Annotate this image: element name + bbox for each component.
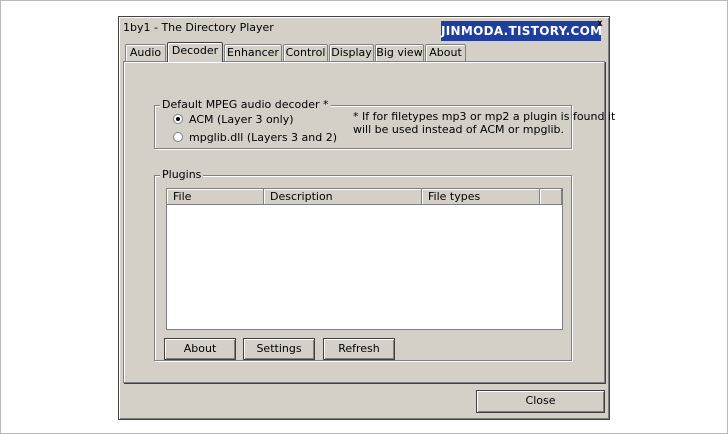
tab-control[interactable]: Control — [283, 44, 328, 61]
column-header-description[interactable]: Description — [264, 189, 422, 205]
window-title: 1by1 - The Directory Player — [123, 21, 274, 34]
column-header-filler — [540, 189, 562, 205]
tab-about[interactable]: About — [425, 44, 466, 61]
tab-big-view[interactable]: Big view — [375, 44, 424, 61]
decoder-tab-panel: Default MPEG audio decoder * ACM (Layer … — [123, 61, 615, 383]
radio-mpglib-button[interactable] — [173, 132, 183, 142]
tab-audio[interactable]: Audio — [125, 44, 166, 61]
radio-mpglib-label[interactable]: mpglib.dll (Layers 3 and 2) — [189, 131, 337, 144]
decoder-groupbox: Default MPEG audio decoder * ACM (Layer … — [154, 98, 615, 149]
column-header-file[interactable]: File — [167, 189, 264, 205]
decoder-note-line2: will be used instead of ACM or mpglib. — [353, 123, 565, 136]
plugins-list-header: File Description File types — [167, 189, 562, 205]
close-button[interactable]: Close — [476, 390, 605, 413]
radio-selected-dot — [176, 117, 180, 121]
settings-button[interactable]: Settings — [243, 338, 315, 360]
plugins-group-label: Plugins — [160, 168, 204, 181]
about-button[interactable]: About — [164, 338, 236, 360]
decoder-group-label: Default MPEG audio decoder * — [160, 98, 331, 111]
settings-window: 1by1 - The Directory Player JINMODA.TIST… — [118, 16, 615, 420]
tab-enhancer[interactable]: Enhancer — [224, 44, 282, 61]
close-window-icon[interactable]: x — [597, 18, 603, 29]
tab-display[interactable]: Display — [329, 44, 374, 61]
column-header-file-types[interactable]: File types — [422, 189, 540, 205]
radio-acm-button[interactable] — [173, 114, 183, 124]
refresh-button[interactable]: Refresh — [323, 338, 395, 360]
decoder-note-line1: * If for filetypes mp3 or mp2 a plugin i… — [353, 110, 616, 123]
radio-acm-label[interactable]: ACM (Layer 3 only) — [189, 113, 294, 126]
tab-decoder[interactable]: Decoder — [167, 42, 223, 62]
plugins-groupbox: Plugins File Description File types Abou… — [154, 168, 572, 361]
plugins-list[interactable]: File Description File types — [166, 188, 563, 330]
watermark-banner: JINMODA.TISTORY.COM — [441, 21, 602, 41]
